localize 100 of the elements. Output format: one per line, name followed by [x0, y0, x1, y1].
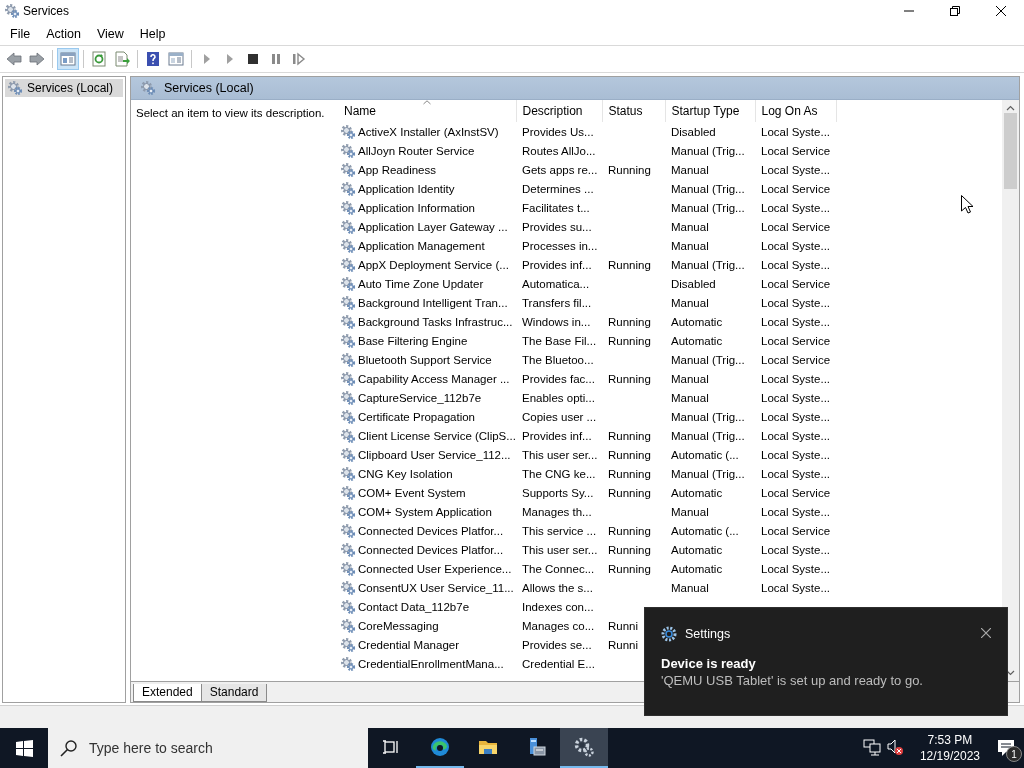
menu-item[interactable]: File	[2, 26, 39, 41]
table-cell: Provides inf...	[522, 258, 592, 271]
service-name[interactable]: AllJoyn Router Service	[358, 144, 475, 157]
table-cell: Supports Sy...	[522, 486, 594, 499]
search-field[interactable]: Type here to search	[48, 728, 368, 768]
menu-item[interactable]: View	[88, 26, 132, 41]
table-cell: Local Syste...	[761, 258, 831, 271]
gears-icon	[574, 737, 594, 757]
service-name[interactable]: Clipboard User Service_112...	[358, 448, 511, 461]
table-cell: Manual	[671, 372, 709, 385]
service-name[interactable]: COM+ Event System	[358, 486, 466, 499]
gear-icon	[340, 598, 356, 615]
column-header[interactable]: Log On As	[755, 100, 836, 122]
table-cell: Local Syste...	[761, 372, 831, 385]
services-button[interactable]	[560, 728, 608, 768]
clock[interactable]: 7:53 PM 12/19/2023	[911, 728, 988, 768]
service-name[interactable]: CNG Key Isolation	[358, 467, 453, 480]
service-name[interactable]: Connected Devices Platfor...	[358, 543, 504, 556]
toast-app-name: Settings	[685, 627, 731, 641]
gear-icon	[340, 560, 356, 577]
table-cell: Manual (Trig...	[671, 429, 745, 442]
table-cell: Automatic	[671, 486, 723, 499]
table-cell: Manual	[671, 296, 709, 309]
table-cell: Local Syste...	[761, 448, 831, 461]
table-cell: Routes AllJo...	[522, 144, 596, 157]
service-name[interactable]: ActiveX Installer (AxInstSV)	[358, 125, 499, 138]
column-header[interactable]: Description	[516, 100, 602, 122]
gear-icon	[340, 351, 356, 368]
network-button[interactable]	[862, 737, 881, 759]
gear-icon	[340, 332, 356, 349]
column-header[interactable]: Status	[602, 100, 665, 122]
service-name[interactable]: Application Layer Gateway ...	[358, 220, 508, 233]
notifications-button[interactable]: 1	[988, 728, 1024, 768]
service-name[interactable]: Client License Service (ClipS...	[358, 429, 516, 442]
service-name[interactable]: Background Tasks Infrastruc...	[358, 315, 513, 328]
scrollbar[interactable]	[1002, 100, 1019, 681]
table-cell: Runni	[608, 619, 639, 632]
service-name[interactable]: Connected Devices Platfor...	[358, 524, 504, 537]
service-name[interactable]: Application Identity	[358, 182, 455, 195]
table-cell: Running	[608, 543, 651, 556]
table-cell: This user ser...	[522, 543, 598, 556]
gear-icon	[340, 655, 356, 672]
tree-item[interactable]: Services (Local)	[5, 79, 123, 97]
table-cell: Local Service	[761, 144, 831, 157]
service-name[interactable]: Contact Data_112b7e	[358, 600, 470, 613]
gear-icon	[140, 80, 156, 96]
table-cell: Manual (Trig...	[671, 201, 745, 214]
gear-icon	[340, 199, 356, 216]
table-cell: Manages co...	[522, 619, 595, 632]
service-name[interactable]: Base Filtering Engine	[358, 334, 468, 347]
console-tree-button[interactable]	[57, 48, 79, 70]
clock-date: 12/19/2023	[919, 748, 980, 764]
service-name[interactable]: Auto Time Zone Updater	[358, 277, 484, 290]
service-name[interactable]: Capability Access Manager ...	[358, 372, 510, 385]
service-name[interactable]: CredentialEnrollmentMana...	[358, 657, 504, 670]
table-cell: Local Syste...	[761, 467, 831, 480]
column-header[interactable]: Startup Type	[665, 100, 755, 122]
table-cell: Running	[608, 315, 651, 328]
table-cell: Credential E...	[522, 657, 595, 670]
service-name[interactable]: CoreMessaging	[358, 619, 439, 632]
column-header[interactable]: Name	[338, 100, 516, 122]
window-title: Services	[23, 4, 69, 18]
table-cell: Running	[608, 258, 651, 271]
service-name[interactable]: Credential Manager	[358, 638, 459, 651]
view-tab[interactable]: Extended	[133, 684, 202, 702]
menu-item[interactable]: Action	[38, 26, 89, 41]
table-cell: Provides se...	[522, 638, 592, 651]
mouse-pointer-icon	[961, 195, 974, 214]
service-name[interactable]: Application Information	[358, 201, 475, 214]
clock-time: 7:53 PM	[927, 732, 973, 748]
toast-message: 'QEMU USB Tablet' is set up and ready to go.	[661, 673, 924, 688]
resume-icon	[291, 51, 307, 67]
service-name[interactable]: Application Management	[358, 239, 485, 252]
scrollbar-thumb[interactable]	[1004, 113, 1017, 189]
table-cell: The Bluetoo...	[522, 353, 594, 366]
table-cell: Determines ...	[522, 182, 594, 195]
table-cell: The Connec...	[522, 562, 595, 575]
service-name[interactable]: AppX Deployment Service (...	[358, 258, 509, 271]
table-cell: Running	[608, 163, 651, 176]
table-cell: Manual	[671, 239, 709, 252]
table-cell: Local Syste...	[761, 543, 831, 556]
panel-icon	[60, 51, 76, 67]
service-name[interactable]: Connected User Experience...	[358, 562, 512, 575]
gear-icon	[340, 237, 356, 254]
service-name[interactable]: Certificate Propagation	[358, 410, 475, 423]
gear-icon	[4, 3, 20, 19]
service-name[interactable]: ConsentUX User Service_11...	[358, 581, 514, 594]
service-name[interactable]: Background Intelligent Tran...	[358, 296, 508, 309]
view-tab[interactable]: Standard	[200, 684, 268, 702]
gear-icon	[340, 617, 356, 634]
menu-item[interactable]: Help	[131, 26, 174, 41]
table-cell: Running	[608, 429, 651, 442]
service-name[interactable]: COM+ System Application	[358, 505, 492, 518]
service-name[interactable]: App Readiness	[358, 163, 436, 176]
service-name[interactable]: Bluetooth Support Service	[358, 353, 492, 366]
table-cell: Automatic	[671, 334, 723, 347]
service-name[interactable]: CaptureService_112b7e	[358, 391, 482, 404]
search-icon	[60, 739, 77, 757]
close-button[interactable]	[981, 627, 991, 641]
windows-icon	[15, 739, 33, 757]
